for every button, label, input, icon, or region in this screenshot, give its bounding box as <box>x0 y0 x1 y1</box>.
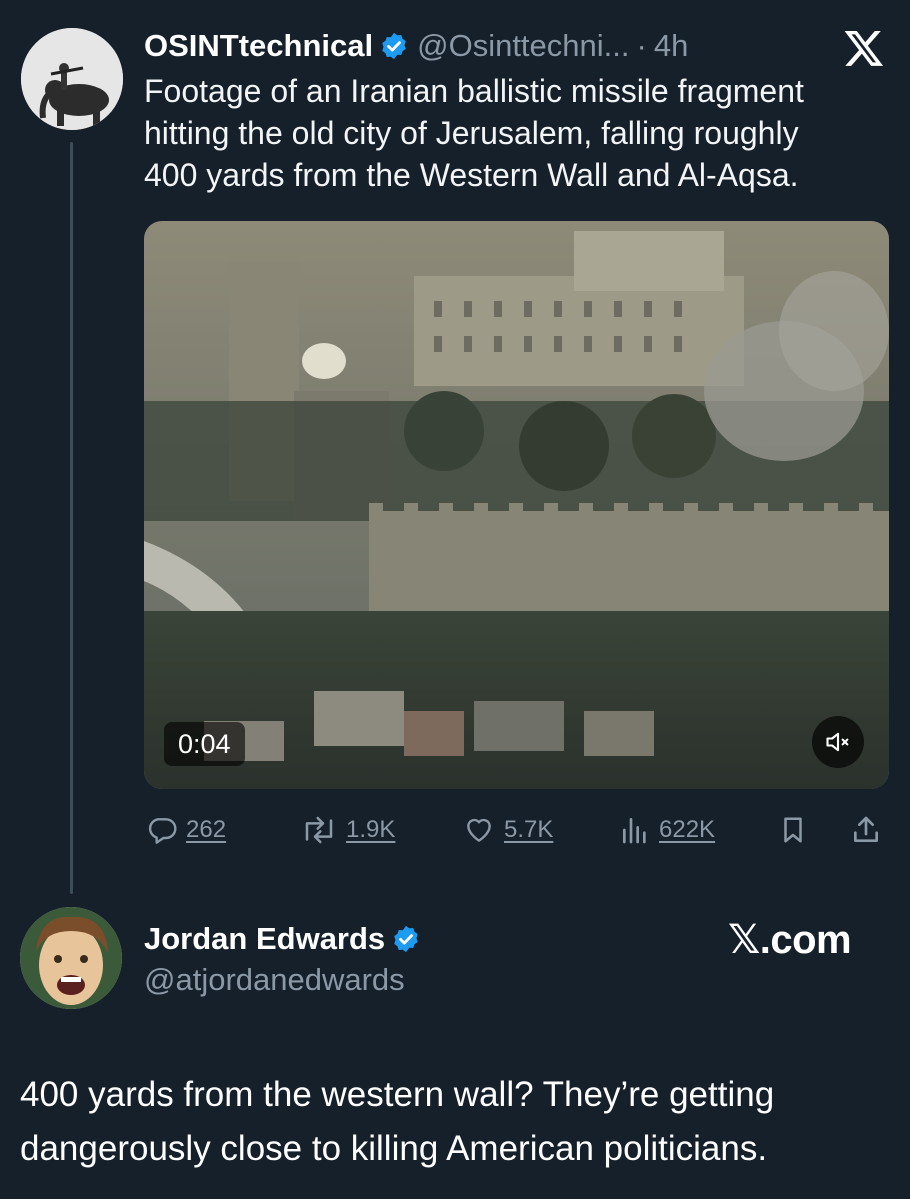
reply-icon <box>146 814 178 846</box>
mute-toggle-button[interactable] <box>812 716 864 768</box>
osint-avatar[interactable] <box>21 28 123 130</box>
views-button[interactable]: 622K <box>619 808 715 852</box>
author-display-name[interactable]: Jordan Edwards <box>144 921 385 957</box>
tweet-text-line: Footage of an Iranian ballistic missile … <box>144 73 804 109</box>
like-count: 5.7K <box>504 816 554 843</box>
repost-icon <box>300 814 338 846</box>
share-button[interactable] <box>850 808 882 852</box>
repost-button[interactable]: 1.9K <box>300 808 395 852</box>
bookmark-icon <box>778 814 808 846</box>
repost-count: 1.9K <box>346 816 396 843</box>
author-handle[interactable]: @Osinttechni... <box>417 28 629 64</box>
author-name-line: Jordan Edwards <box>144 918 429 960</box>
post-text-line: 400 yards from the western wall? They’re… <box>20 1075 775 1114</box>
post-timestamp[interactable]: 4h <box>654 28 688 64</box>
video-frame-image <box>144 221 889 789</box>
verified-badge-icon <box>391 924 421 954</box>
thread-connector-line <box>70 142 73 894</box>
separator-dot: · <box>636 28 647 63</box>
video-duration-badge: 0:04 <box>164 722 245 766</box>
tweet-text-line: hitting the old city of Jerusalem, falli… <box>144 115 799 151</box>
author-name[interactable]: OSINTtechnical <box>144 28 373 64</box>
share-icon <box>850 814 882 846</box>
quoted-tweet-text: Footage of an Iranian ballistic missile … <box>144 70 896 196</box>
speaker-muted-icon <box>824 728 852 756</box>
video-player[interactable] <box>144 221 889 789</box>
reply-count: 262 <box>186 816 227 843</box>
author-handle[interactable]: @atjordanedwards <box>144 960 405 1000</box>
post-text: 400 yards from the western wall? They’re… <box>20 1068 900 1176</box>
verified-badge-icon <box>379 31 409 61</box>
heart-icon <box>462 814 496 846</box>
author-avatar[interactable] <box>20 907 122 1009</box>
reply-button[interactable]: 262 <box>146 808 226 852</box>
view-count: 622K <box>659 816 716 843</box>
tweet-text-line: 400 yards from the Western Wall and Al-A… <box>144 157 799 193</box>
analytics-bars-icon <box>619 814 651 846</box>
post-text-line: dangerously close to killing American po… <box>20 1129 768 1168</box>
like-button[interactable]: 5.7K <box>462 808 553 852</box>
x-logo-icon[interactable] <box>843 27 885 69</box>
x-com-brand: 𝕏.com <box>728 918 852 962</box>
quoted-tweet-header: OSINTtechnical @Osinttechni... · 4h <box>144 26 688 66</box>
bookmark-button[interactable] <box>778 808 808 852</box>
